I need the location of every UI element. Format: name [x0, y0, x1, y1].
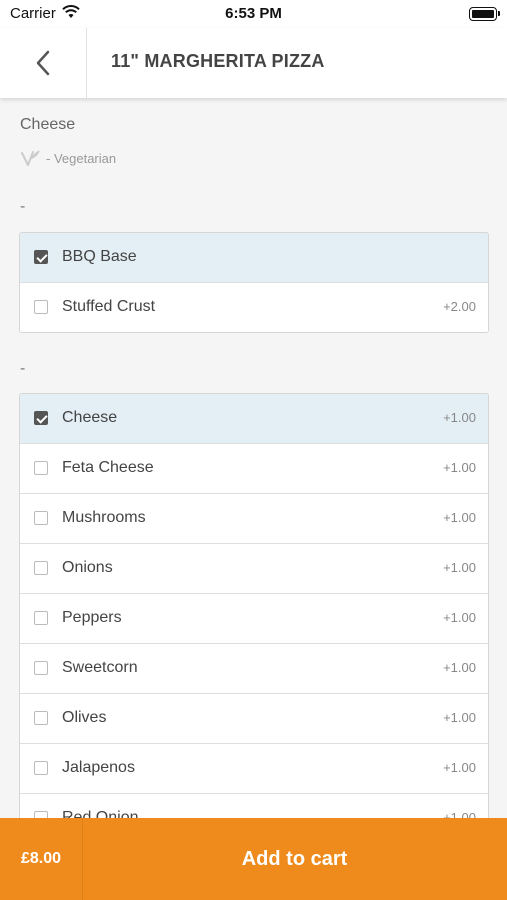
checkbox[interactable] — [34, 250, 48, 264]
back-button[interactable] — [0, 28, 87, 98]
option-price: +1.00 — [443, 460, 476, 475]
option-price: +1.00 — [443, 510, 476, 525]
option-row-feta-cheese[interactable]: Feta Cheese +1.00 — [20, 444, 488, 494]
option-group-base: BBQ Base Stuffed Crust +2.00 — [19, 232, 489, 333]
checkbox[interactable] — [34, 511, 48, 525]
checkbox[interactable] — [34, 561, 48, 575]
option-label: Jalapenos — [62, 759, 135, 776]
option-price: +1.00 — [443, 610, 476, 625]
option-price: +1.00 — [443, 710, 476, 725]
clock: 6:53 PM — [225, 5, 282, 22]
option-row-olives[interactable]: Olives +1.00 — [20, 694, 488, 744]
option-row-jalapenos[interactable]: Jalapenos +1.00 — [20, 744, 488, 794]
options-content[interactable]: Cheese - Vegetarian - BBQ Base Stuffed C… — [0, 98, 507, 818]
option-group-label: - — [20, 360, 26, 377]
checkbox[interactable] — [34, 461, 48, 475]
option-price: +1.00 — [443, 760, 476, 775]
checkbox[interactable] — [34, 411, 48, 425]
option-label: Stuffed Crust — [62, 298, 156, 315]
option-label: Red Onion — [62, 809, 139, 818]
option-label: Mushrooms — [62, 509, 146, 526]
option-label: BBQ Base — [62, 248, 137, 265]
option-price: +1.00 — [443, 410, 476, 425]
option-row-red-onion[interactable]: Red Onion +1.00 — [20, 794, 488, 818]
option-price: +2.00 — [443, 299, 476, 314]
option-label: Onions — [62, 559, 113, 576]
option-row-mushrooms[interactable]: Mushrooms +1.00 — [20, 494, 488, 544]
checkbox[interactable] — [34, 811, 48, 818]
option-label: Cheese — [62, 409, 118, 426]
option-row-cheese[interactable]: Cheese +1.00 — [20, 394, 488, 444]
add-to-cart-button[interactable]: Add to cart — [82, 818, 507, 900]
status-bar: Carrier 6:53 PM — [0, 0, 507, 28]
header: 11" MARGHERITA PIZZA — [0, 28, 507, 98]
option-price: +1.00 — [443, 810, 476, 818]
option-label: Sweetcorn — [62, 659, 138, 676]
option-price: +1.00 — [443, 660, 476, 675]
vegetarian-badge: - Vegetarian — [20, 148, 116, 168]
product-description: Cheese — [20, 116, 76, 133]
option-label: Feta Cheese — [62, 459, 154, 476]
option-label: Peppers — [62, 609, 122, 626]
option-row-peppers[interactable]: Peppers +1.00 — [20, 594, 488, 644]
option-row-stuffed-crust[interactable]: Stuffed Crust +2.00 — [20, 283, 488, 332]
battery-icon — [469, 7, 500, 21]
option-price: +1.00 — [443, 560, 476, 575]
checkbox[interactable] — [34, 611, 48, 625]
vegetarian-label: - Vegetarian — [46, 150, 117, 166]
chevron-left-icon — [36, 50, 50, 76]
option-group-toppings: Cheese +1.00 Feta Cheese +1.00 Mushrooms… — [19, 393, 489, 818]
page-title: 11" MARGHERITA PIZZA — [111, 51, 325, 71]
option-group-label: - — [20, 198, 26, 215]
checkbox[interactable] — [34, 300, 48, 314]
option-row-sweetcorn[interactable]: Sweetcorn +1.00 — [20, 644, 488, 694]
vegetarian-icon — [21, 150, 40, 166]
checkbox[interactable] — [34, 711, 48, 725]
cart-footer: £8.00 Add to cart — [0, 818, 507, 900]
option-label: Olives — [62, 709, 107, 726]
option-row-onions[interactable]: Onions +1.00 — [20, 544, 488, 594]
cart-total: £8.00 — [0, 818, 83, 900]
option-row-bbq-base[interactable]: BBQ Base — [20, 233, 488, 283]
checkbox[interactable] — [34, 761, 48, 775]
checkbox[interactable] — [34, 661, 48, 675]
